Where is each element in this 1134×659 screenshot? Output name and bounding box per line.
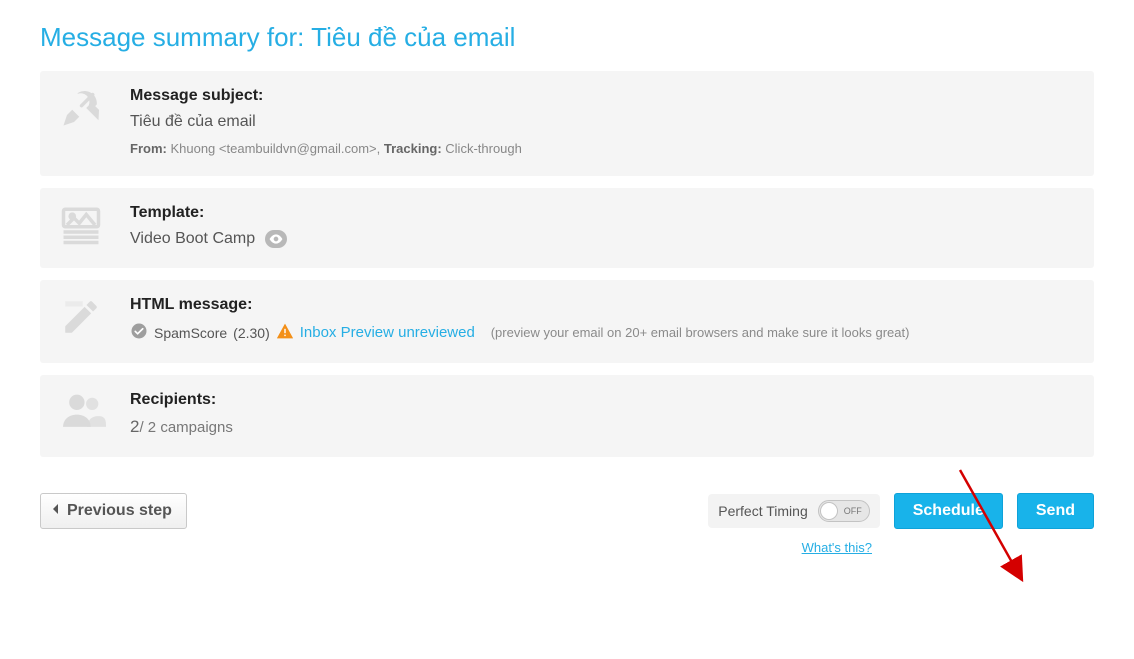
inbox-preview-hint: (preview your email on 20+ email browser… <box>491 325 910 340</box>
schedule-button[interactable]: Schedule <box>894 493 1003 529</box>
template-label: Template: <box>130 204 1074 222</box>
template-name: Video Boot Camp <box>130 230 255 248</box>
send-button[interactable]: Send <box>1017 493 1094 529</box>
toggle-state-label: OFF <box>844 506 862 516</box>
page-title-prefix: Message summary for: <box>40 22 311 52</box>
perfect-timing-toggle[interactable]: OFF <box>818 500 870 522</box>
chevron-left-icon <box>51 502 59 520</box>
template-icon <box>60 204 130 246</box>
edit-icon <box>60 296 130 338</box>
perfect-timing-label: Perfect Timing <box>718 503 807 519</box>
whats-this-link[interactable]: What's this? <box>802 540 872 555</box>
subject-value: Tiêu đề của email <box>130 113 1074 131</box>
subject-panel: Message subject: Tiêu đề của email From:… <box>40 71 1094 176</box>
check-icon <box>130 322 148 343</box>
perfect-timing-box: Perfect Timing OFF <box>708 494 879 528</box>
previous-step-button[interactable]: Previous step <box>40 493 187 529</box>
people-icon <box>60 391 130 429</box>
recipients-label: Recipients: <box>130 391 1074 409</box>
spamscore-value: (2.30) <box>233 325 270 341</box>
from-label: From: <box>130 141 167 156</box>
recipients-suffix: / 2 campaigns <box>139 419 232 436</box>
recipients-panel: Recipients: 2/ 2 campaigns <box>40 375 1094 457</box>
spamscore-label: SpamScore <box>154 325 227 341</box>
recipients-value: 2/ 2 campaigns <box>130 417 1074 437</box>
previous-step-label: Previous step <box>67 502 172 520</box>
warning-icon <box>276 323 294 342</box>
from-value: Khuong <teambuildvn@gmail.com> <box>170 141 376 156</box>
subject-label: Message subject: <box>130 87 1074 105</box>
html-panel: HTML message: SpamScore (2.30) <box>40 280 1094 363</box>
tracking-label: Tracking: <box>384 141 442 156</box>
tools-icon <box>60 87 130 129</box>
page-title: Message summary for: Tiêu đề của email <box>40 22 1094 53</box>
html-label: HTML message: <box>130 296 1074 314</box>
page-title-subject: Tiêu đề của email <box>311 22 515 52</box>
subject-meta: From: Khuong <teambuildvn@gmail.com>, Tr… <box>130 141 1074 156</box>
template-panel: Template: Video Boot Camp <box>40 188 1094 268</box>
toggle-knob <box>820 502 838 520</box>
preview-eye-icon[interactable] <box>265 230 287 248</box>
whats-this-row: What's this? <box>40 539 872 555</box>
inbox-preview-link[interactable]: Inbox Preview unreviewed <box>300 324 475 341</box>
footer: Previous step Perfect Timing OFF Schedul… <box>40 493 1094 529</box>
tracking-value: Click-through <box>445 141 522 156</box>
